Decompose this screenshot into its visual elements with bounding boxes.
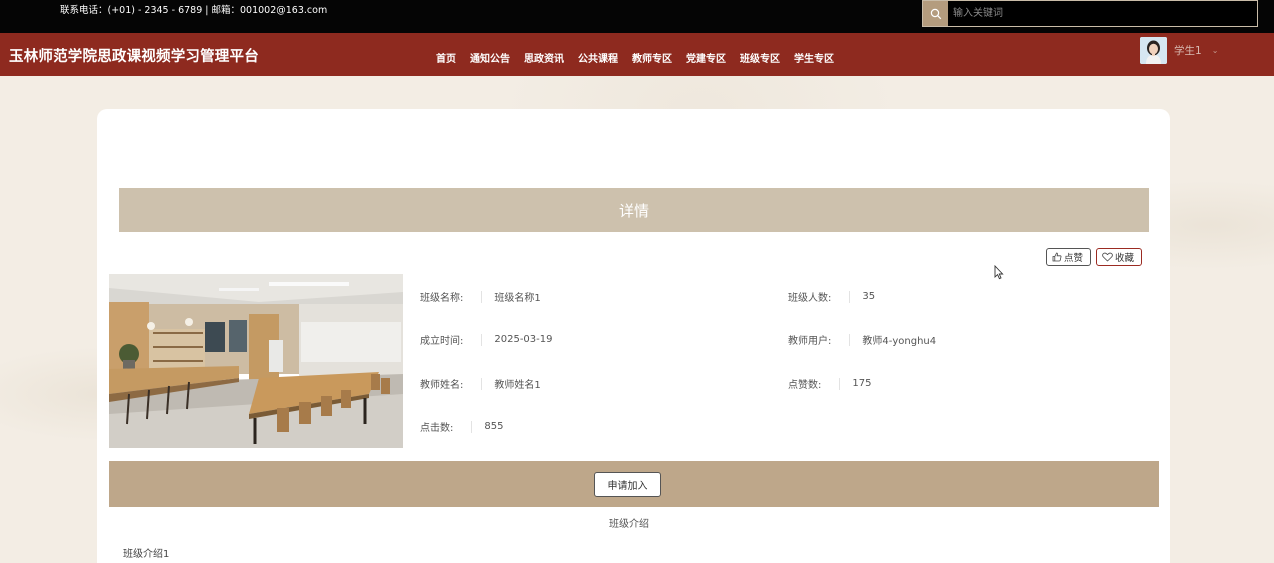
nav-teacher-zone[interactable]: 教师专区 [632,50,672,65]
apply-join-button[interactable]: 申请加入 [594,472,661,497]
class-size-value: 35 [862,291,876,302]
divider [849,333,851,346]
main-nav: 首页 通知公告 思政资讯 公共课程 教师专区 党建专区 班级专区 学生专区 [436,50,848,65]
field-class-name: 班级名称: 班级名称1 [420,289,541,304]
intro-heading: 班级介绍 [609,519,649,530]
nav-public-courses[interactable]: 公共课程 [578,50,618,65]
field-teacher-user: 教师用户: 教师4-yonghu4 [788,332,936,347]
clicks-label: 点击数: [420,423,454,434]
field-likes: 点赞数: 175 [788,376,871,391]
favorite-button[interactable]: 收藏 [1096,248,1142,266]
field-teacher-name: 教师姓名: 教师姓名1 [420,376,541,391]
divider [839,377,841,390]
field-clicks: 点击数: 855 [420,419,503,434]
teacher-name-value: 教师姓名1 [494,380,541,391]
class-name-label: 班级名称: [420,293,464,304]
intro-text: 班级介绍1 [123,549,170,560]
teacher-name-label: 教师姓名: [420,380,464,391]
site-title: 玉林师范学院思政课视频学习管理平台 [9,49,259,65]
chevron-down-icon[interactable]: ⌄ [1212,46,1219,55]
heart-icon [1102,252,1113,262]
search-icon [930,8,941,19]
field-created: 成立时间: 2025-03-19 [420,332,553,347]
likes-value: 175 [852,378,872,389]
search-input[interactable] [953,5,1243,22]
contact-info: 联系电话：(+01) - 2345 - 6789 | 邮箱：001002@163… [60,5,328,16]
nav-class-zone[interactable]: 班级专区 [740,50,780,65]
teacher-user-label: 教师用户: [788,336,832,347]
created-value: 2025-03-19 [494,334,553,345]
nav-news[interactable]: 思政资讯 [524,50,564,65]
avatar[interactable] [1140,37,1167,64]
divider [481,333,483,346]
divider [481,377,483,390]
search-box [922,0,1258,27]
teacher-user-value: 教师4-yonghu4 [862,336,937,347]
clicks-value: 855 [484,421,504,432]
class-size-label: 班级人数: [788,293,832,304]
nav-student-zone[interactable]: 学生专区 [794,50,834,65]
created-label: 成立时间: [420,336,464,347]
class-name-value: 班级名称1 [494,293,541,304]
likes-label: 点赞数: [788,380,822,391]
nav-party-zone[interactable]: 党建专区 [686,50,726,65]
divider [481,290,483,303]
favorite-label: 收藏 [1115,253,1135,264]
nav-notices[interactable]: 通知公告 [470,50,510,65]
mouse-cursor-icon [994,265,1004,280]
detail-banner: 详情 [119,188,1149,232]
divider [849,290,851,303]
site-header: 玉林师范学院思政课视频学习管理平台 首页 通知公告 思政资讯 公共课程 教师专区… [0,33,1274,76]
class-photo [109,274,403,448]
nav-home[interactable]: 首页 [436,50,456,65]
thumbs-up-icon [1052,252,1062,262]
search-button[interactable] [923,1,948,26]
divider [471,420,473,433]
like-button[interactable]: 点赞 [1046,248,1091,266]
detail-title: 详情 [618,201,649,220]
field-class-size: 班级人数: 35 [788,289,875,304]
user-menu[interactable]: 学生1 ⌄ [1140,37,1218,64]
like-label: 点赞 [1064,253,1084,264]
user-name[interactable]: 学生1 [1174,43,1202,58]
avatar-image [1140,37,1167,64]
top-bar: 联系电话：(+01) - 2345 - 6789 | 邮箱：001002@163… [0,0,1274,33]
